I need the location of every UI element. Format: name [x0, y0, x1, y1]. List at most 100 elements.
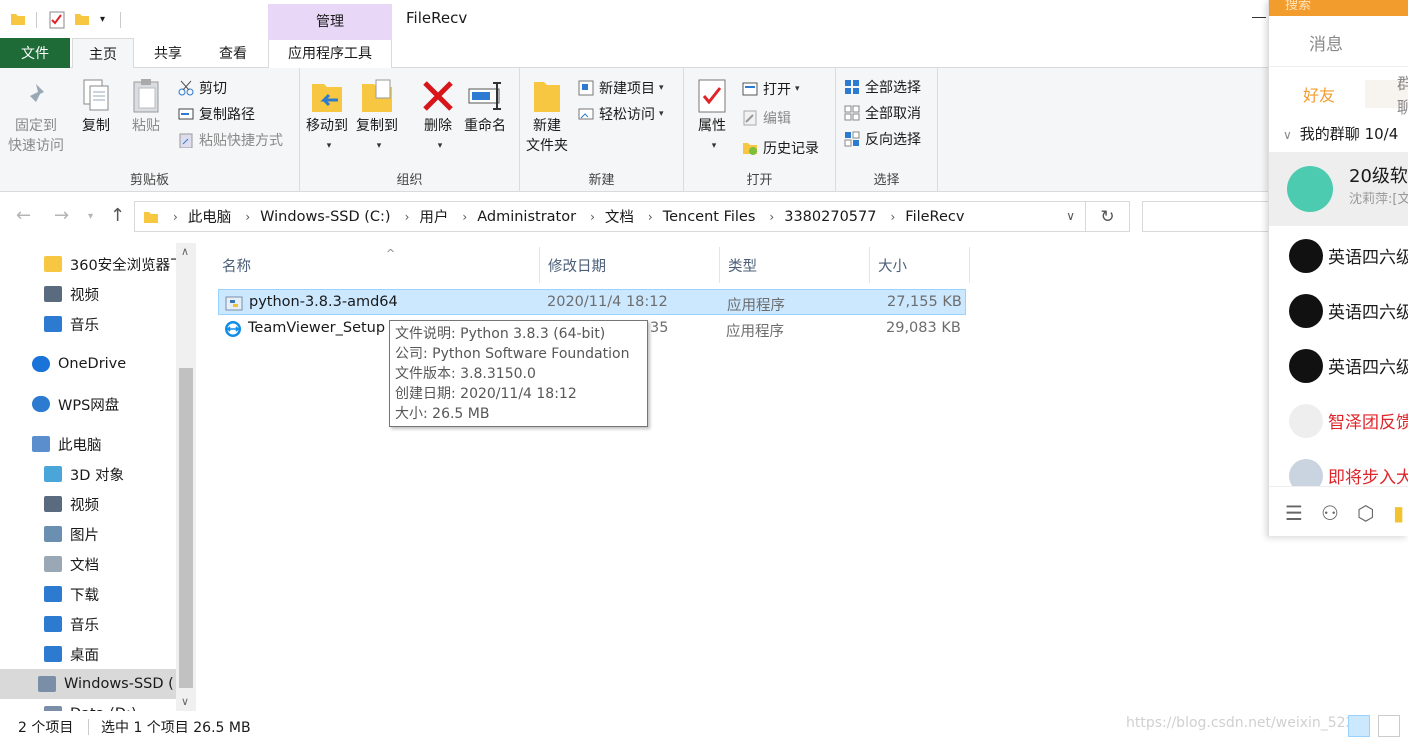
- scroll-up-icon[interactable]: ∧: [181, 245, 189, 258]
- sidebar-item[interactable]: 视频: [44, 279, 99, 309]
- scroll-down-icon[interactable]: ∨: [181, 695, 189, 708]
- recent-locations-icon[interactable]: ▾: [88, 211, 93, 222]
- qq-conversation-item[interactable]: 英语四六级: [1269, 283, 1408, 338]
- customize-dropdown-icon[interactable]: ▾: [100, 14, 105, 25]
- qq-conversation-item[interactable]: 智泽团反馈: [1269, 393, 1408, 448]
- edit-button[interactable]: 编辑: [742, 106, 791, 130]
- select-all-button[interactable]: 全部选择: [844, 75, 921, 99]
- qq-conversation-item[interactable]: 英语四六级: [1269, 338, 1408, 393]
- breadcrumb-item[interactable]: 用户: [419, 206, 448, 227]
- sidebar-item[interactable]: WPS网盘: [32, 389, 119, 419]
- pin-icon: [26, 84, 44, 106]
- sidebar-item[interactable]: 下载: [44, 579, 99, 609]
- qq-tab-friends[interactable]: 好友: [1303, 80, 1335, 108]
- sidebar-item[interactable]: 3D 对象: [44, 459, 124, 489]
- sidebar-item[interactable]: Data (D:): [44, 699, 137, 711]
- column-header-name[interactable]: 名称 ^: [214, 247, 540, 283]
- paste-button[interactable]: 粘贴: [128, 76, 164, 136]
- sidebar-item[interactable]: 视频: [44, 489, 99, 519]
- tab-share[interactable]: 共享: [140, 38, 196, 68]
- sidebar-item[interactable]: OneDrive: [32, 349, 126, 379]
- easy-access-label: 轻松访问: [599, 107, 655, 123]
- new-item-button[interactable]: 新建项目 ▾: [578, 76, 664, 100]
- column-header-modified[interactable]: 修改日期: [540, 247, 720, 283]
- qq-my-groups[interactable]: ∨ 我的群聊 10/4: [1283, 123, 1398, 144]
- sidebar-item-label: 视频: [70, 287, 99, 304]
- properties-button[interactable]: 属性 ▾: [694, 76, 730, 156]
- breadcrumb-item[interactable]: 文档: [605, 206, 634, 227]
- column-header-size[interactable]: 大小: [870, 247, 970, 283]
- qq-search[interactable]: 搜索: [1285, 0, 1311, 13]
- copy-path-button[interactable]: 复制路径: [178, 102, 255, 126]
- sidebar-item[interactable]: 图片: [44, 519, 99, 549]
- pin-quick-access-button[interactable]: 固定到 快速访问: [8, 76, 64, 156]
- breadcrumb-item[interactable]: 此电脑: [188, 206, 232, 227]
- breadcrumb-item[interactable]: 3380270577: [784, 209, 876, 225]
- breadcrumb-item[interactable]: Tencent Files: [663, 209, 756, 225]
- tab-app-tools[interactable]: 应用程序工具: [268, 38, 392, 68]
- app-box-icon[interactable]: ⬡: [1357, 501, 1374, 525]
- tab-home[interactable]: 主页: [72, 38, 134, 69]
- breadcrumb-separator-icon[interactable]: ›: [769, 210, 774, 224]
- large-icons-view-icon[interactable]: [1378, 715, 1400, 737]
- qq-tab-messages[interactable]: 消息: [1309, 30, 1343, 55]
- file-row[interactable]: python-3.8.3-amd64 2020/11/4 18:12 应用程序 …: [218, 289, 966, 315]
- breadcrumb-separator-icon[interactable]: ›: [245, 210, 250, 224]
- details-view-icon[interactable]: [1348, 715, 1370, 737]
- rename-icon: [468, 82, 501, 110]
- forward-arrow-icon[interactable]: →: [54, 205, 69, 226]
- properties-check-icon[interactable]: [48, 11, 66, 29]
- breadcrumb-item[interactable]: Administrator: [477, 209, 576, 225]
- address-bar[interactable]: › 此电脑 › Windows-SSD (C:) › 用户 › Administrator › 文…: [134, 201, 1130, 232]
- qq-conversation-item[interactable]: 英语四六级: [1269, 228, 1408, 283]
- invert-selection-button[interactable]: 反向选择: [844, 127, 921, 151]
- breadcrumb-item[interactable]: Windows-SSD (C:): [260, 209, 390, 225]
- refresh-icon[interactable]: ↻: [1085, 202, 1129, 231]
- history-button[interactable]: 历史记录: [742, 136, 819, 160]
- address-dropdown-icon[interactable]: ∨: [1066, 209, 1075, 223]
- sidebar-item[interactable]: 360安全浏览器下: [44, 249, 185, 279]
- copy-to-button[interactable]: 复制到 ▾: [356, 76, 398, 156]
- new-folder-button[interactable]: 新建 文件夹: [526, 76, 568, 156]
- tab-file[interactable]: 文件: [0, 38, 70, 68]
- breadcrumb-separator-icon[interactable]: ›: [890, 210, 895, 224]
- sidebar-item[interactable]: 文档: [44, 549, 99, 579]
- sidebar-item[interactable]: 音乐: [44, 609, 99, 639]
- breadcrumb-separator-icon[interactable]: ›: [405, 210, 410, 224]
- open-caret-icon: ▾: [795, 84, 800, 94]
- paste-shortcut-button[interactable]: 粘贴快捷方式: [178, 128, 283, 152]
- up-arrow-icon[interactable]: ↑: [110, 205, 125, 226]
- open-button[interactable]: 打开 ▾: [742, 77, 800, 101]
- back-arrow-icon[interactable]: ←: [16, 205, 31, 226]
- sidebar-item[interactable]: 此电脑: [32, 429, 102, 459]
- easy-access-button[interactable]: 轻松访问 ▾: [578, 102, 664, 126]
- scroll-thumb[interactable]: [179, 368, 193, 688]
- add-friend-icon[interactable]: ⚇: [1321, 501, 1339, 525]
- delete-button[interactable]: 删除 ▾: [420, 76, 456, 156]
- sidebar-scrollbar[interactable]: ∧ ∨: [176, 243, 196, 711]
- menu-icon[interactable]: ☰: [1285, 501, 1303, 525]
- breadcrumb-separator-icon[interactable]: ›: [462, 210, 467, 224]
- select-none-button[interactable]: 全部取消: [844, 101, 921, 125]
- folder-icon[interactable]: ▮: [1393, 501, 1404, 525]
- breadcrumb-item[interactable]: FileRecv: [905, 209, 964, 225]
- qq-tab-groups[interactable]: 群聊: [1365, 74, 1408, 117]
- folder-icon[interactable]: [10, 11, 26, 27]
- tab-view[interactable]: 查看: [204, 38, 262, 68]
- sidebar-item[interactable]: 桌面: [44, 639, 99, 669]
- breadcrumb-separator-icon[interactable]: ›: [173, 210, 178, 224]
- sidebar-item[interactable]: Windows-SSD (: [0, 669, 176, 699]
- copy-button[interactable]: 复制: [78, 76, 114, 136]
- search-input[interactable]: [1142, 201, 1272, 232]
- move-to-button[interactable]: 移动到 ▾: [306, 76, 348, 156]
- rename-button[interactable]: 重命名: [464, 76, 506, 136]
- breadcrumb-separator-icon[interactable]: ›: [590, 210, 595, 224]
- invert-selection-label: 反向选择: [865, 132, 921, 148]
- column-header-type[interactable]: 类型: [720, 247, 870, 283]
- cut-button[interactable]: 剪切: [178, 76, 227, 100]
- sidebar-item[interactable]: 音乐: [44, 309, 99, 339]
- breadcrumb-separator-icon[interactable]: ›: [648, 210, 653, 224]
- select-all-icon: [845, 80, 859, 94]
- new-folder-icon[interactable]: [74, 11, 90, 27]
- minimize-button[interactable]: [1252, 17, 1266, 18]
